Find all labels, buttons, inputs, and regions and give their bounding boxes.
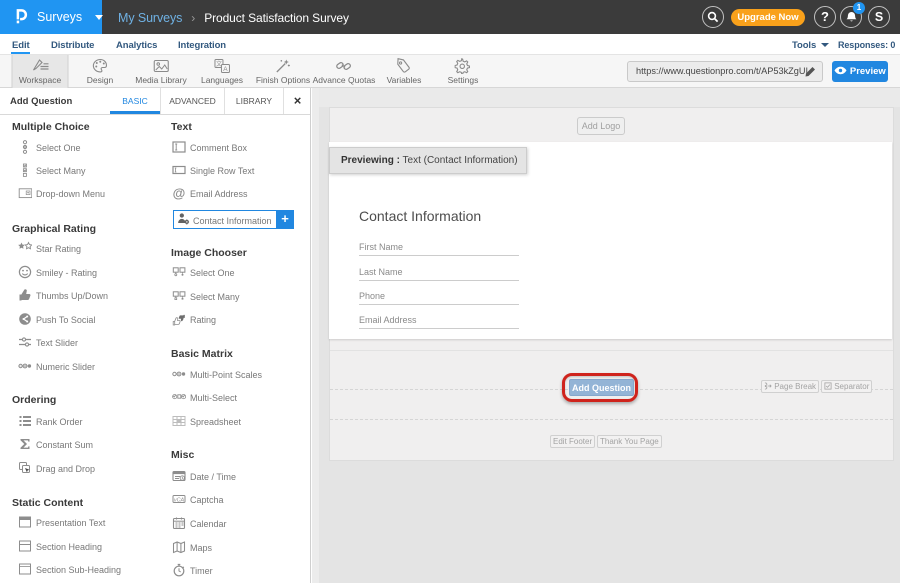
svg-text:vCA: vCA xyxy=(174,498,185,504)
svg-text:@: @ xyxy=(173,186,186,200)
svg-text:A: A xyxy=(223,66,228,73)
